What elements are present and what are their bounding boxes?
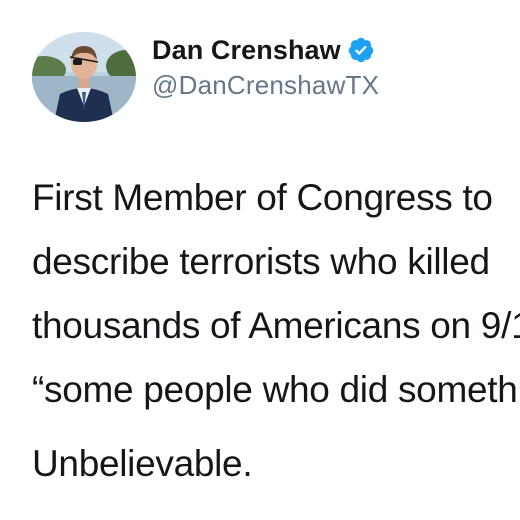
author-name-row: Dan Crenshaw (152, 32, 375, 68)
tweet-body: First Member of Congress to describe ter… (32, 170, 520, 500)
tweet-closing-line: Unbelievable. (32, 443, 253, 484)
author-handle[interactable]: @DanCrenshawTX (152, 70, 379, 101)
profile-photo-icon (32, 32, 136, 122)
author-display-name[interactable]: Dan Crenshaw (152, 35, 341, 66)
author-avatar[interactable] (32, 32, 136, 122)
tweet-card: Dan Crenshaw @DanCrenshawTX First Member… (0, 0, 520, 520)
tweet-text-line: thousands of Americans on 9/11 (32, 305, 520, 346)
tweet-text-line: First Member of Congress to (32, 177, 493, 218)
verified-badge-icon (348, 37, 373, 63)
tweet-text-line: “some people who did something (32, 369, 520, 410)
tweet-text-line: describe terrorists who killed (32, 241, 490, 282)
